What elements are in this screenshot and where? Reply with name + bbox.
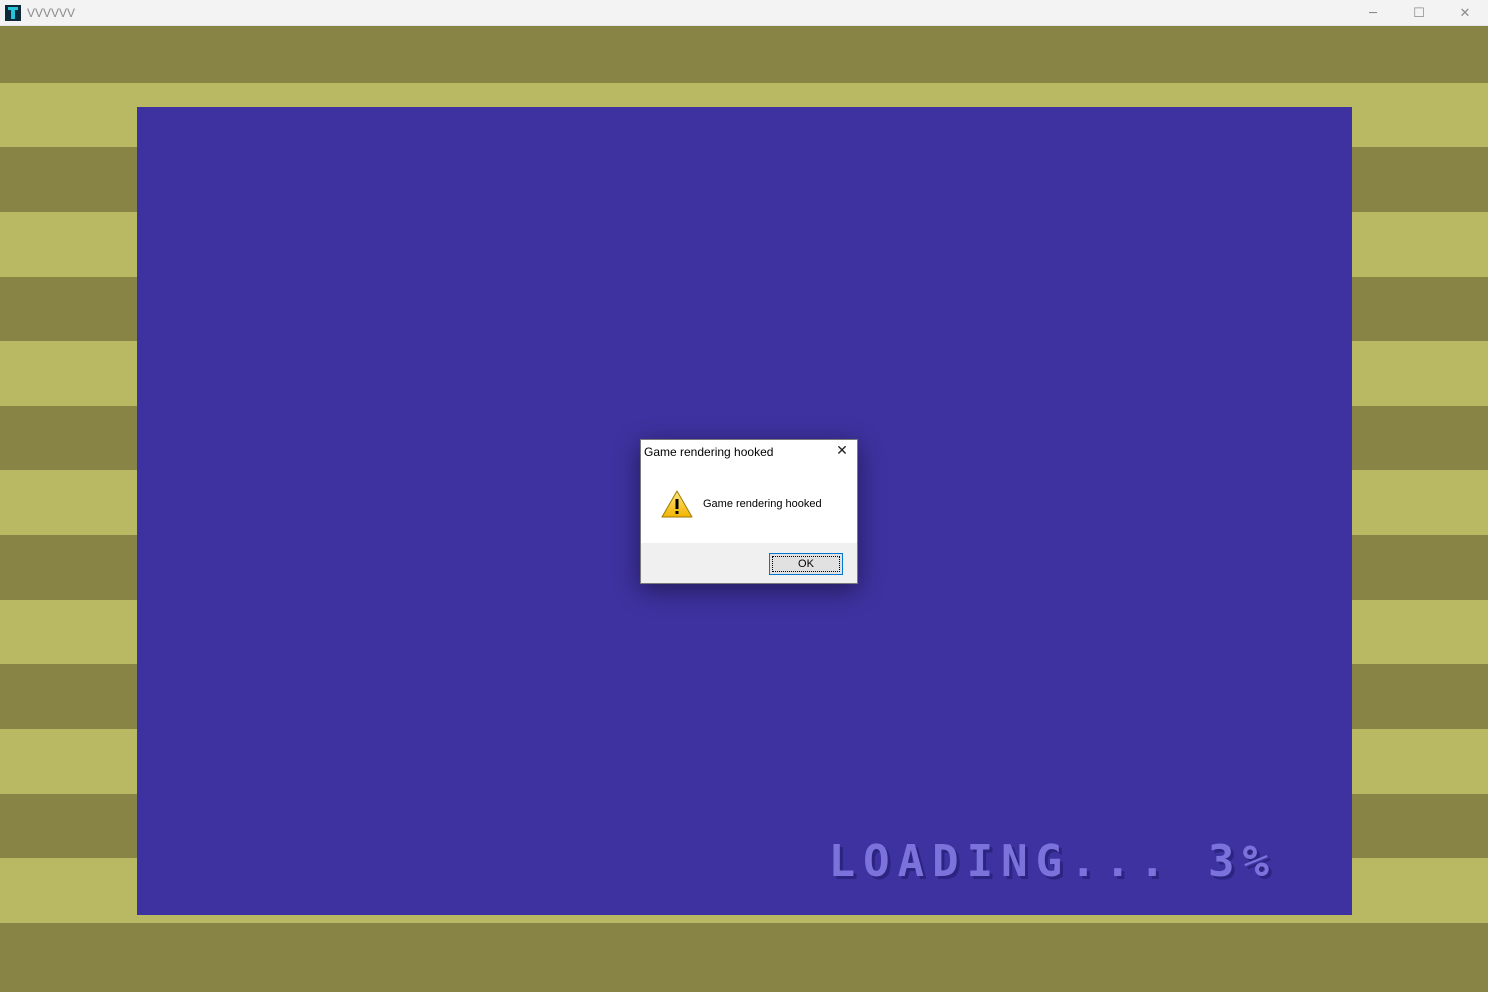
dialog-message: Game rendering hooked xyxy=(703,498,822,510)
ok-button[interactable]: OK xyxy=(769,553,843,575)
dialog-footer: OK xyxy=(641,543,857,583)
minimize-button[interactable]: ─ xyxy=(1350,0,1396,26)
app-icon xyxy=(5,4,21,21)
background-stripe xyxy=(0,26,1488,83)
dialog-body: Game rendering hooked xyxy=(641,464,857,543)
dialog-close-button[interactable]: ✕ xyxy=(833,442,851,460)
maximize-button[interactable]: ☐ xyxy=(1396,0,1442,26)
app-window: VVVVVV ─ ☐ ✕ LOADING... 3% Game renderin… xyxy=(0,0,1488,992)
dialog-title: Game rendering hooked xyxy=(644,445,774,459)
window-title: VVVVVV xyxy=(27,5,76,20)
message-dialog: Game rendering hooked ✕ Game rendering h… xyxy=(640,439,858,584)
loading-text: LOADING... 3% xyxy=(828,836,1277,887)
warning-icon xyxy=(661,490,693,518)
background-stripe xyxy=(0,923,1488,992)
close-button[interactable]: ✕ xyxy=(1442,0,1488,26)
window-controls: ─ ☐ ✕ xyxy=(1350,0,1488,26)
title-bar[interactable]: VVVVVV ─ ☐ ✕ xyxy=(0,0,1488,26)
